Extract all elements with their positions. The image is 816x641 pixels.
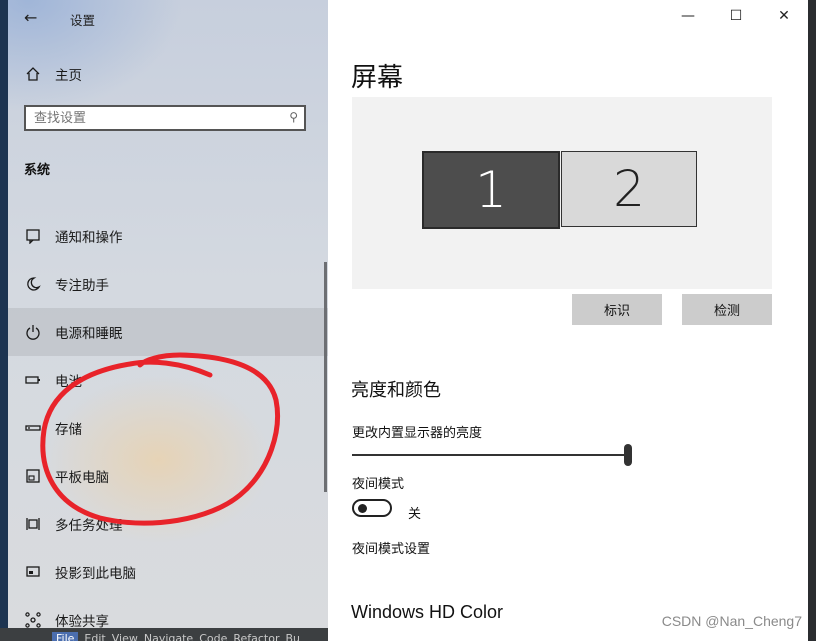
sidebar-item-label: 专注助手	[55, 278, 109, 294]
brightness-section-title: 亮度和颜色	[351, 380, 441, 401]
sidebar-item-shared[interactable]: 体验共享	[8, 596, 328, 628]
sidebar-scrollbar[interactable]	[324, 262, 327, 492]
night-mode-toggle[interactable]	[352, 499, 392, 517]
sidebar-item-label: 电源和睡眠	[55, 326, 123, 342]
title-row: ← 设置	[8, 4, 328, 32]
share-icon	[24, 611, 42, 628]
identify-button[interactable]: 标识	[572, 294, 662, 325]
ide-menu-item[interactable]: File	[52, 632, 79, 641]
sidebar-item-project[interactable]: 投影到此电脑	[8, 548, 328, 596]
ide-menu-item[interactable]: Navigate	[144, 632, 193, 641]
sidebar-item-label: 通知和操作	[55, 230, 123, 246]
sidebar-item-label: 投影到此电脑	[55, 566, 136, 582]
close-icon: ✕	[778, 8, 790, 24]
section-title: 系统	[24, 163, 51, 178]
sidebar-item-multitasking[interactable]: 多任务处理	[8, 500, 328, 548]
sidebar-item-tablet[interactable]: 平板电脑	[8, 452, 328, 500]
search-box[interactable]: ⚲	[24, 105, 306, 131]
detect-button[interactable]: 检测	[682, 294, 772, 325]
close-button[interactable]: ✕	[760, 0, 808, 32]
sidebar-item-label: 体验共享	[55, 614, 109, 628]
sidebar-item-home[interactable]: 主页	[8, 50, 328, 98]
tablet-icon	[24, 467, 42, 485]
sidebar-item-focus-assist[interactable]: 专注助手	[8, 260, 328, 308]
maximize-button[interactable]: ☐	[712, 0, 760, 32]
project-icon	[24, 563, 42, 581]
ide-menu-item[interactable]: View	[112, 632, 138, 641]
night-mode-settings-link[interactable]: 夜间模式设置	[352, 538, 430, 557]
maximize-icon: ☐	[729, 8, 743, 24]
window-controls: — ☐ ✕	[664, 0, 808, 32]
minimize-icon: —	[681, 8, 695, 24]
battery-icon	[24, 371, 42, 389]
watermark: CSDN @Nan_Cheng7	[661, 613, 802, 629]
power-icon	[24, 323, 42, 341]
ide-menu-item[interactable]: Refactor	[233, 632, 279, 641]
back-arrow-icon[interactable]: ←	[24, 8, 37, 27]
window-title: 设置	[70, 13, 96, 28]
sidebar-item-power-sleep[interactable]: 电源和睡眠	[8, 308, 328, 356]
settings-sidebar: ← 设置 主页 ⚲ 系统 通知和操作 专注助手 电源和睡眠 电池	[8, 0, 328, 628]
monitor-2[interactable]: 2	[561, 151, 697, 227]
home-label: 主页	[55, 68, 82, 84]
search-input[interactable]	[26, 107, 274, 130]
sidebar-item-label: 存储	[55, 422, 82, 438]
page-title: 屏幕	[351, 63, 404, 93]
ide-menu-item[interactable]: Edit	[84, 632, 105, 641]
brightness-label: 更改内置显示器的亮度	[352, 426, 483, 441]
monitor-1[interactable]: 1	[422, 151, 560, 229]
settings-main-panel: — ☐ ✕ 屏幕 1 2 标识 检测 亮度和颜色 更改内置显示器的亮度 夜间模式…	[328, 0, 808, 641]
night-mode-label: 夜间模式	[352, 477, 405, 492]
notification-icon	[24, 227, 42, 245]
display-arrangement: 1 2	[352, 97, 772, 289]
ide-menu-item[interactable]: Bu	[286, 632, 301, 641]
home-icon	[24, 65, 42, 83]
minimize-button[interactable]: —	[664, 0, 712, 32]
sidebar-item-label: 多任务处理	[55, 518, 123, 534]
storage-icon	[24, 419, 42, 437]
moon-icon	[24, 275, 42, 293]
sidebar-item-label: 平板电脑	[55, 470, 109, 486]
sidebar-item-storage[interactable]: 存储	[8, 404, 328, 452]
night-mode-state: 关	[408, 507, 422, 522]
multitask-icon	[24, 515, 42, 533]
toggle-knob	[358, 504, 367, 513]
window-frame	[808, 0, 816, 641]
brightness-slider[interactable]	[352, 454, 627, 456]
hd-color-title: Windows HD Color	[351, 602, 504, 622]
sidebar-item-battery[interactable]: 电池	[8, 356, 328, 404]
sidebar-item-label: 电池	[55, 374, 82, 390]
search-icon[interactable]: ⚲	[289, 110, 298, 124]
brightness-slider-thumb[interactable]	[624, 444, 632, 466]
ide-menu-item[interactable]: Code	[199, 632, 227, 641]
sidebar-item-notifications[interactable]: 通知和操作	[8, 212, 328, 260]
background-strip	[0, 0, 8, 641]
ide-menu-bar: File Edit View Navigate Code Refactor Bu	[0, 628, 340, 641]
